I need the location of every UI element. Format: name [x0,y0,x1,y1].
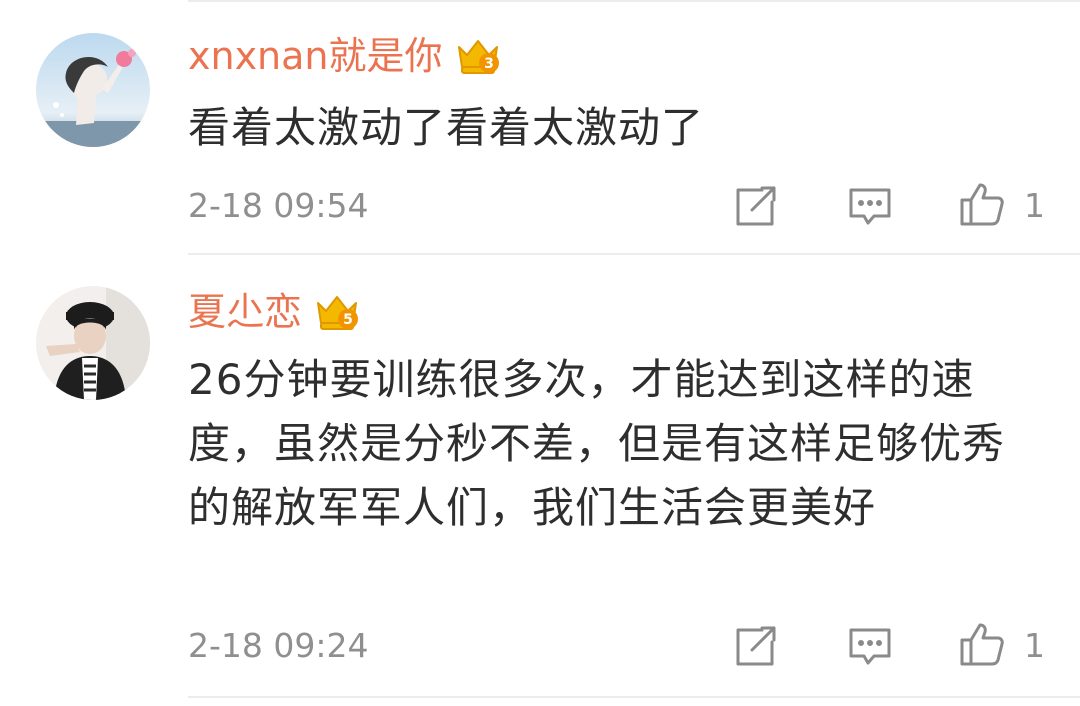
comment-text: 26分钟要训练很多次，才能达到这样的速度，虽然是分秒不差，但是有这样足够优秀的解… [188,355,1006,532]
timestamp: 2-18 09:54 [188,186,369,225]
like-icon[interactable] [958,620,1006,668]
comment-divider [188,696,1080,698]
badge-level: 5 [343,312,353,328]
username[interactable]: xnxnan就是你 [188,30,443,82]
comment-feed: xnxnan就是你 3 看着太激动了看着太激动了 2-18 09:54 1 夏尐… [0,0,1080,706]
username[interactable]: 夏尐恋 [188,286,302,338]
comment-item: xnxnan就是你 3 看着太激动了看着太激动了 2-18 09:54 1 [0,0,1080,256]
vip-crown-icon: 5 [314,291,360,333]
timestamp: 2-18 09:24 [188,626,369,665]
avatar[interactable] [36,286,150,400]
share-icon[interactable] [732,182,780,230]
like-icon[interactable] [958,180,1006,228]
like-count: 1 [1024,186,1045,225]
comment-text: 看着太激动了看着太激动了 [188,103,705,152]
vip-crown-icon: 3 [455,35,501,77]
comment-icon[interactable] [846,182,894,230]
like-count: 1 [1024,626,1045,665]
comment-icon[interactable] [846,622,894,670]
comment-divider [188,253,1080,255]
badge-level: 3 [484,56,494,72]
share-icon[interactable] [732,622,780,670]
avatar[interactable] [36,33,150,147]
comment-item: 夏尐恋 5 26分钟要训练很多次，才能达到这样的速度，虽然是分秒不差，但是有这样… [0,256,1080,706]
